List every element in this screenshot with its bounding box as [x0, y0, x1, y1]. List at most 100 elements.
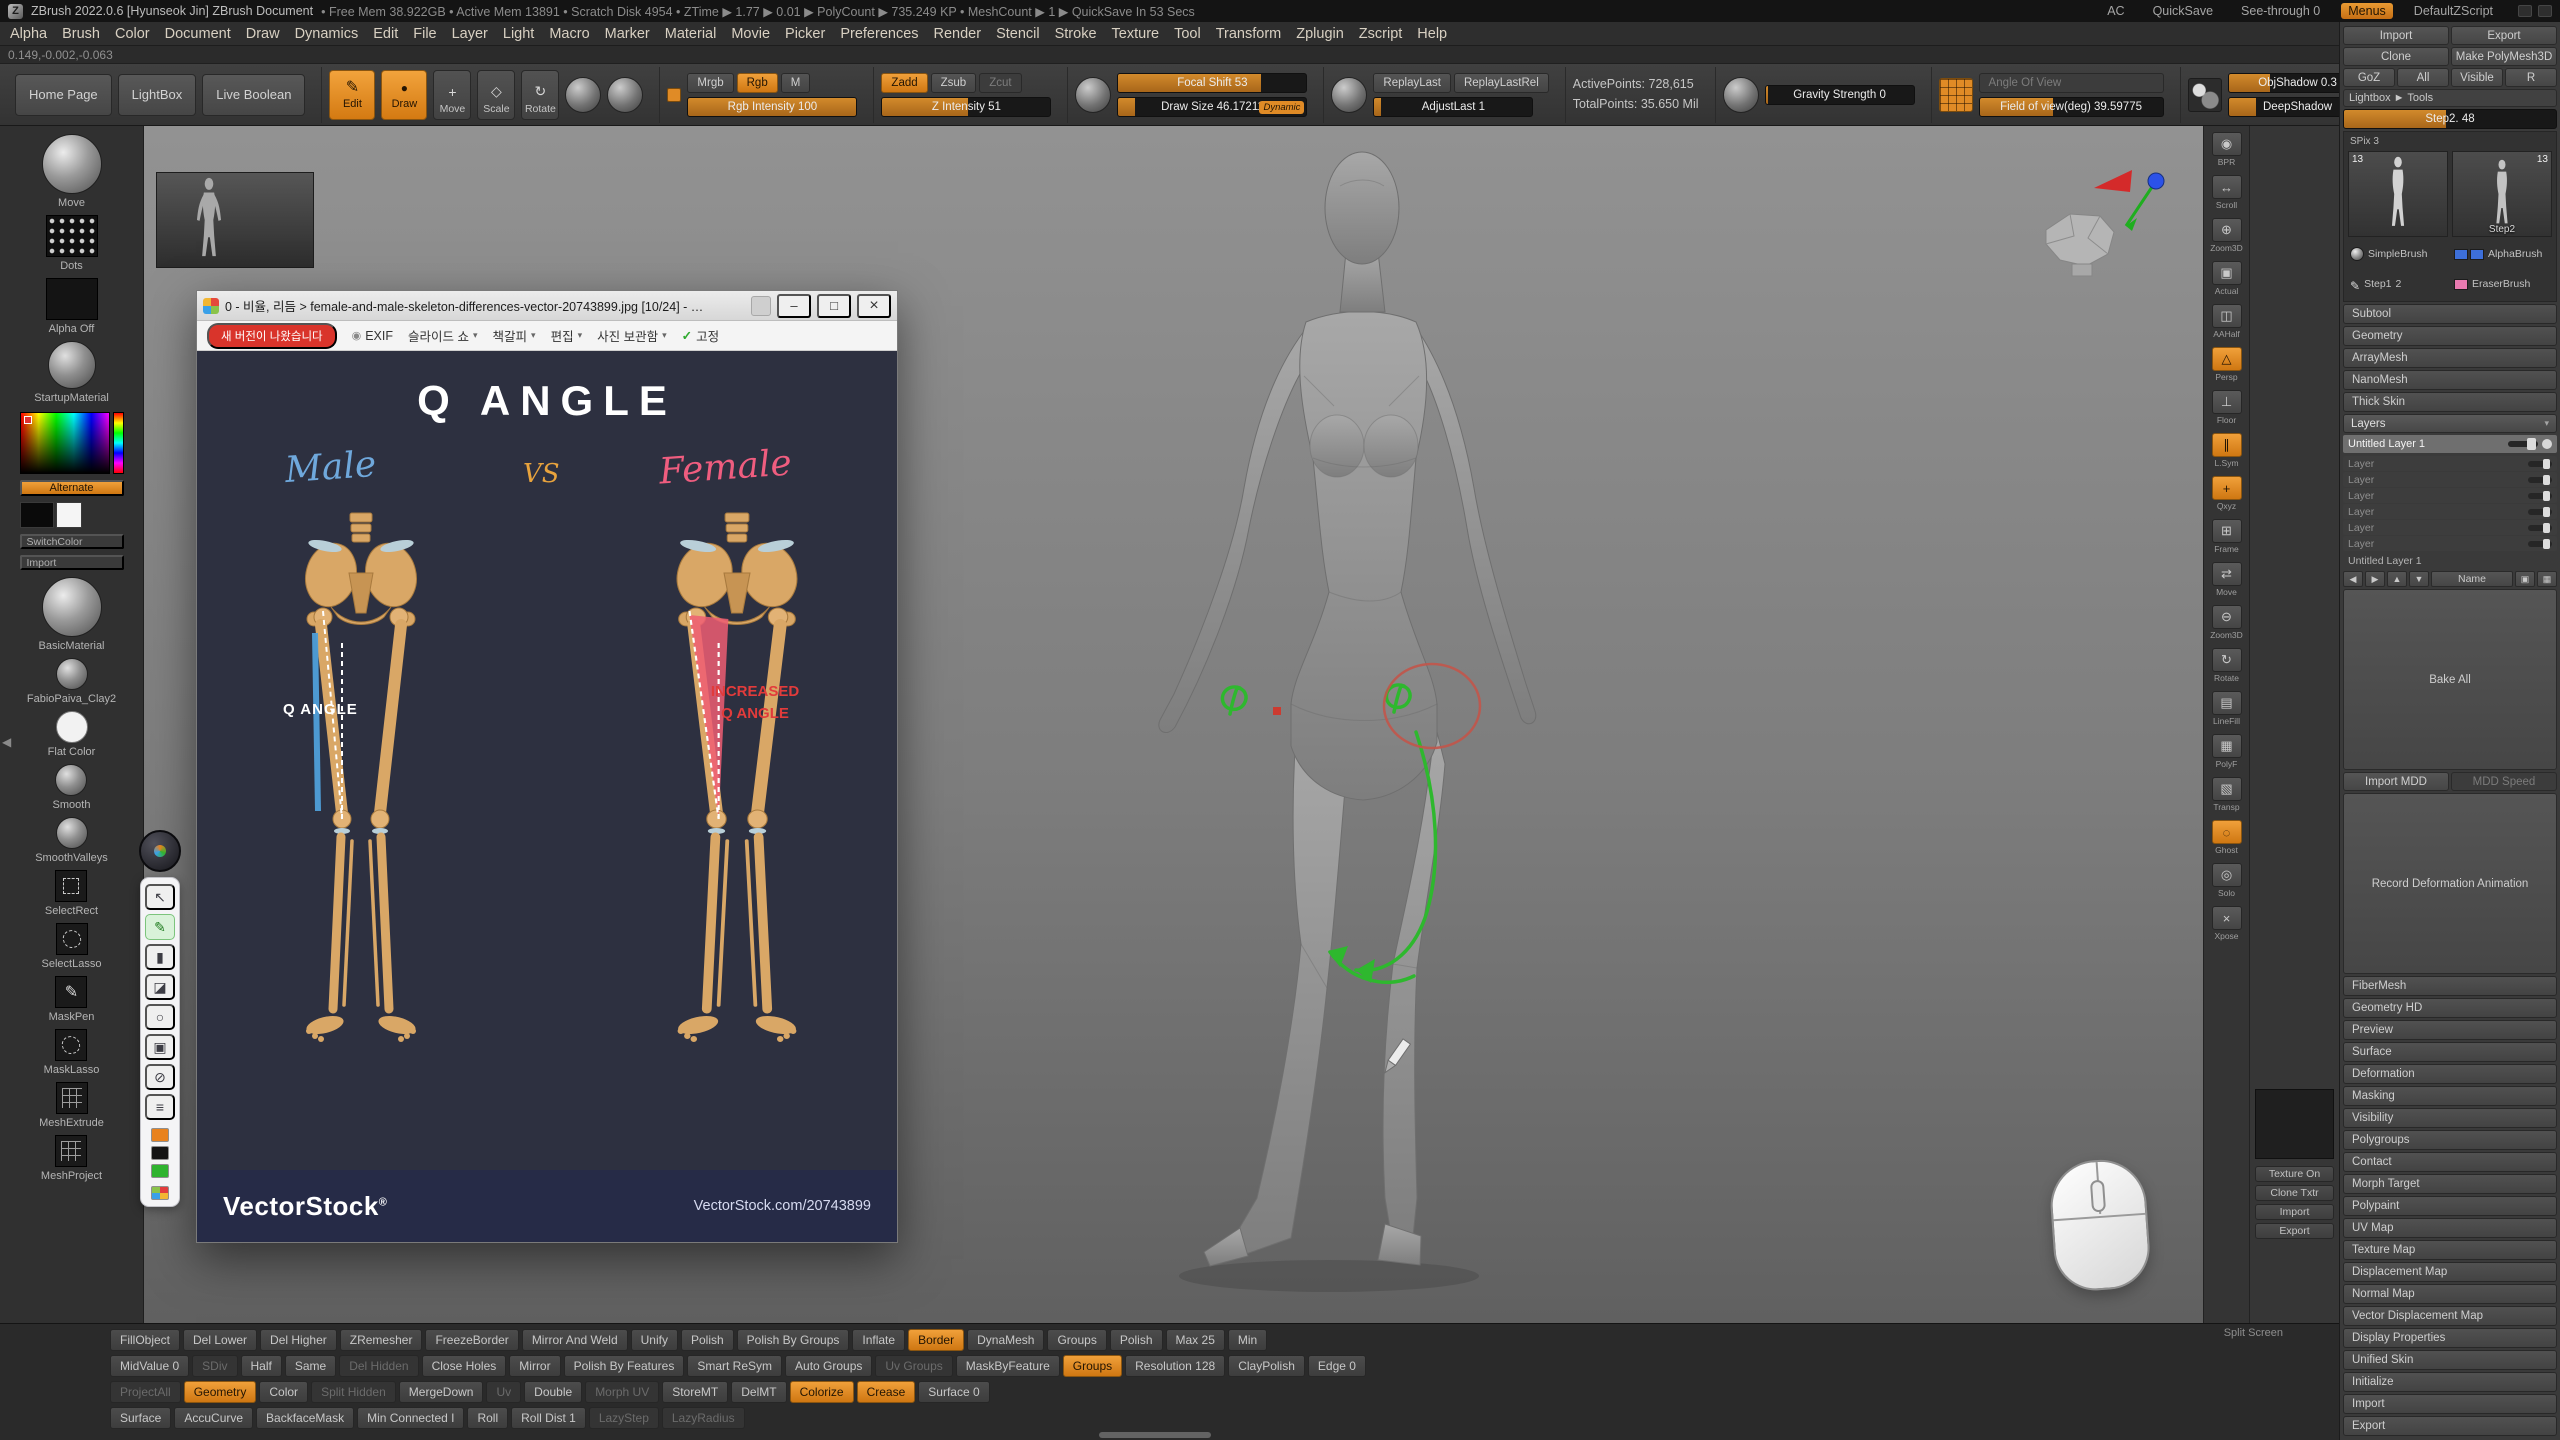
swatch-black[interactable] — [151, 1146, 169, 1160]
layer-visibility-icon[interactable] — [2542, 439, 2552, 449]
right-shelf-item[interactable]: ◉ BPR — [2207, 132, 2247, 167]
tool-section-button[interactable]: Contact — [2343, 1152, 2557, 1172]
bottom-panel-button[interactable]: ZRemesher — [340, 1329, 423, 1351]
step1-item[interactable]: ✎Step12 — [2348, 271, 2448, 297]
simplebrush-item[interactable]: SimpleBrush — [2348, 241, 2448, 267]
tool-section-button[interactable]: Preview — [2343, 1020, 2557, 1040]
bottom-panel-button[interactable]: Polish — [1110, 1329, 1163, 1351]
tool-section-button[interactable]: Subtool — [2343, 304, 2557, 324]
layer-row-slider[interactable] — [2528, 541, 2552, 547]
document-thumbnail[interactable] — [156, 172, 314, 268]
tool-section-button[interactable]: Deformation — [2343, 1064, 2557, 1084]
tool-top-button[interactable]: Import — [2343, 26, 2449, 45]
minimize-button[interactable] — [777, 294, 811, 318]
perspective-grid-icon[interactable] — [1939, 78, 1973, 112]
stroke-knob-icon[interactable] — [565, 77, 601, 113]
right-shelf-item[interactable]: × Xpose — [2207, 906, 2247, 941]
bottom-panel-button[interactable]: Roll Dist 1 — [511, 1407, 586, 1429]
viewer-menu-item[interactable]: 책갈피 — [493, 326, 536, 345]
record-deformation-button[interactable]: Record Deformation Animation — [2343, 793, 2557, 974]
tool-section-button[interactable]: NanoMesh — [2343, 370, 2557, 390]
shape-icon[interactable]: ○ — [145, 1004, 175, 1030]
bottom-panel-button[interactable]: Del Higher — [260, 1329, 337, 1351]
left-shelf-item[interactable]: Move — [42, 134, 102, 209]
bottom-panel-button[interactable]: FreezeBorder — [425, 1329, 518, 1351]
step2-tool-thumbnail[interactable]: 13 Step2 — [2452, 151, 2552, 237]
scale-button[interactable]: Scale — [477, 70, 515, 120]
black-swatch[interactable] — [20, 502, 54, 528]
trash-icon[interactable]: ⊘ — [145, 1064, 175, 1090]
bottom-panel-button[interactable]: ProjectAll — [110, 1381, 181, 1403]
draw-button[interactable]: Draw — [381, 70, 427, 120]
right-shelf-item[interactable]: ▣ Actual — [2207, 261, 2247, 296]
right-shelf-item[interactable]: ⊖ Zoom3D — [2207, 605, 2247, 640]
step2-slider[interactable]: Step2. 48 — [2343, 109, 2557, 129]
menu-item[interactable]: Macro — [549, 26, 589, 42]
bottom-panel-button[interactable]: FillObject — [110, 1329, 180, 1351]
layer-row-slider[interactable] — [2528, 461, 2552, 467]
swatch-green[interactable] — [151, 1164, 169, 1178]
zsub-button[interactable]: Zsub — [931, 73, 977, 93]
tool-section-button[interactable]: Geometry — [2343, 326, 2557, 346]
window-menu-icon[interactable] — [2518, 5, 2532, 17]
bottom-panel-button[interactable]: Auto Groups — [785, 1355, 872, 1377]
rgb-button[interactable]: Rgb — [737, 73, 778, 93]
viewer-menu-item[interactable]: 슬라이드 쇼 — [408, 326, 478, 345]
layer-next-button[interactable] — [2365, 571, 2385, 587]
adjust-last-slider[interactable]: AdjustLast 1 — [1373, 97, 1533, 117]
zadd-button[interactable]: Zadd — [881, 73, 927, 93]
maximize-button[interactable] — [817, 294, 851, 318]
split-screen-label[interactable]: Split Screen — [2224, 1327, 2283, 1339]
color-picker[interactable] — [20, 412, 124, 474]
tool-section-button[interactable]: Polygroups — [2343, 1130, 2557, 1150]
texture-preview[interactable] — [2255, 1089, 2334, 1159]
right-shelf-item[interactable]: ⇄ Move — [2207, 562, 2247, 597]
menu-item[interactable]: Render — [934, 26, 982, 42]
replay-last-rel-button[interactable]: ReplayLastRel — [1454, 73, 1549, 93]
zcut-button[interactable]: Zcut — [979, 73, 1021, 93]
texture-panel-button[interactable]: Import — [2255, 1204, 2334, 1220]
layer-row-slider[interactable] — [2528, 493, 2552, 499]
current-tool-thumbnail[interactable]: 13 — [2348, 151, 2448, 237]
bottom-panel-button[interactable]: Polish By Groups — [737, 1329, 850, 1351]
pen-icon[interactable]: ✎ — [145, 914, 175, 940]
bottom-panel-button[interactable]: Mirror And Weld — [522, 1329, 628, 1351]
texture-panel-button[interactable]: Export — [2255, 1223, 2334, 1239]
shelf-nav-button[interactable]: LightBox — [118, 74, 197, 116]
tool-top-button[interactable]: Make PolyMesh3D — [2451, 47, 2557, 66]
import-mdd-button[interactable]: Import MDD — [2343, 772, 2449, 791]
mdd-speed-button[interactable]: MDD Speed — [2451, 772, 2557, 791]
tool-section-button[interactable]: Masking — [2343, 1086, 2557, 1106]
bottom-panel-button[interactable]: Morph UV — [585, 1381, 659, 1403]
shelf-nav-button[interactable]: Live Boolean — [202, 74, 305, 116]
bottom-panel-button[interactable]: AccuCurve — [174, 1407, 253, 1429]
bottom-panel-button[interactable]: Split Hidden — [311, 1381, 396, 1403]
menu-item[interactable]: Alpha — [10, 26, 47, 42]
bottom-panel-button[interactable]: Same — [285, 1355, 336, 1377]
right-shelf-item[interactable]: ⊞ Frame — [2207, 519, 2247, 554]
bottom-panel-button[interactable]: Mirror — [509, 1355, 560, 1377]
menu-item[interactable]: Dynamics — [295, 26, 359, 42]
menu-icon[interactable]: ≡ — [145, 1094, 175, 1120]
angle-of-view-button[interactable]: Angle Of View — [1979, 73, 2164, 93]
bottom-panel-button[interactable]: Roll — [467, 1407, 508, 1429]
material-item[interactable]: Smooth — [53, 764, 91, 811]
bottom-panel-button[interactable]: Edge 0 — [1308, 1355, 1366, 1377]
texture-panel-button[interactable]: Clone Txtr — [2255, 1185, 2334, 1201]
m-button[interactable]: M — [781, 73, 811, 93]
bottom-panel-button[interactable]: Surface — [110, 1407, 171, 1429]
bottom-panel-button[interactable]: Color — [259, 1381, 308, 1403]
layer-row-slider[interactable] — [2528, 509, 2552, 515]
menu-item[interactable]: Preferences — [840, 26, 918, 42]
alpha-knob-icon[interactable] — [607, 77, 643, 113]
bottom-panel-button[interactable]: ClayPolish — [1228, 1355, 1305, 1377]
tool-top-button[interactable]: Visible — [2451, 68, 2503, 87]
bottom-panel-button[interactable]: Resolution 128 — [1125, 1355, 1225, 1377]
menu-item[interactable]: Picker — [785, 26, 825, 42]
tool-section-button[interactable]: Export — [2343, 1416, 2557, 1436]
replay-knob-icon[interactable] — [1331, 77, 1367, 113]
replay-last-button[interactable]: ReplayLast — [1373, 73, 1451, 93]
bottom-panel-button[interactable]: Unify — [631, 1329, 678, 1351]
move-button[interactable]: Move — [433, 70, 471, 120]
menu-item[interactable]: Transform — [1216, 26, 1282, 42]
